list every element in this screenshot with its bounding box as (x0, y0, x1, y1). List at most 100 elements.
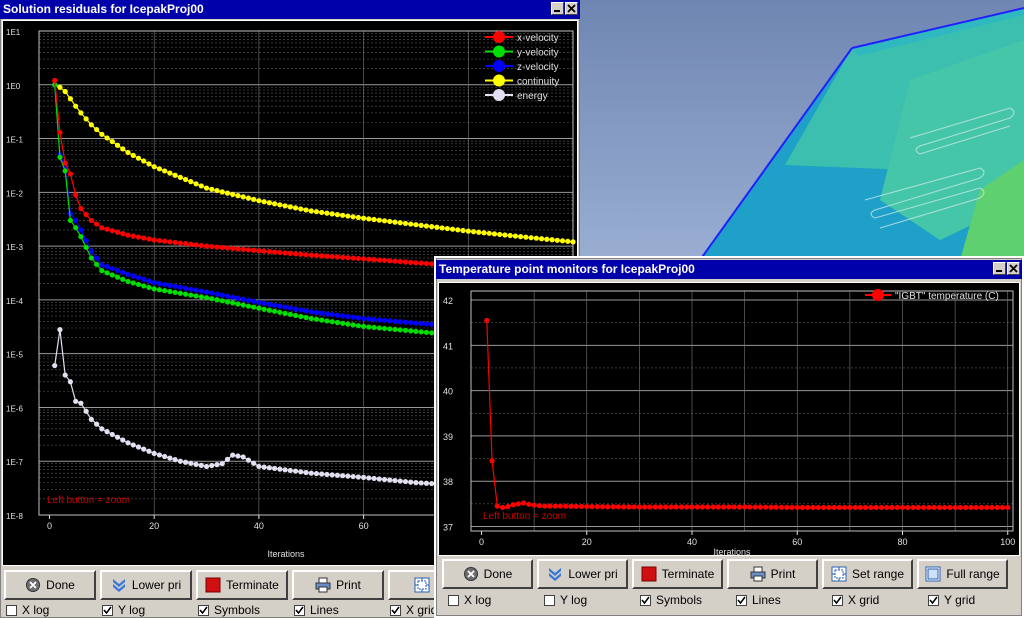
data-point (345, 473, 351, 479)
x-log-checkbox[interactable]: X log (6, 603, 102, 617)
data-point (963, 504, 969, 511)
data-point (99, 268, 105, 274)
data-point (198, 462, 204, 468)
checked-box-icon[interactable] (640, 594, 651, 606)
lines-checkbox[interactable]: Lines (736, 593, 832, 607)
data-point (209, 290, 215, 296)
data-point (355, 214, 361, 221)
temperature-plot-area[interactable]: 37 38 39 40 41 42 0 20 40 60 80 100 Iterations Left b… (438, 282, 1020, 556)
data-point (78, 110, 84, 116)
series-line (54, 84, 574, 243)
data-point (563, 503, 569, 509)
data-point (994, 504, 1000, 511)
terminate-button[interactable]: Terminate (632, 559, 723, 589)
minimize-button[interactable] (993, 262, 1006, 275)
close-button[interactable] (1007, 262, 1020, 275)
data-point (899, 504, 906, 511)
minimize-button[interactable] (551, 2, 564, 15)
symbols-checkbox[interactable]: Symbols (198, 603, 294, 617)
done-button[interactable]: Done (442, 559, 533, 589)
checked-box-icon[interactable] (102, 604, 113, 616)
data-point (230, 294, 236, 300)
checked-box-icon[interactable] (390, 604, 401, 616)
data-point (313, 209, 320, 215)
legend-label: energy (517, 91, 548, 102)
lower-pri-button[interactable]: Lower pri (537, 559, 628, 589)
legend-marker (493, 89, 505, 101)
data-point (151, 279, 157, 286)
unchecked-box-icon[interactable] (448, 594, 459, 606)
data-point (329, 211, 335, 217)
terminate-button[interactable]: Terminate (196, 570, 288, 600)
data-point (350, 255, 356, 261)
data-point (345, 321, 351, 327)
x-log-checkbox[interactable]: X log (448, 593, 544, 607)
data-point (455, 227, 461, 233)
checked-box-icon[interactable] (832, 594, 843, 606)
lines-checkbox[interactable]: Lines (294, 603, 390, 617)
data-point (93, 255, 100, 261)
data-point (408, 328, 414, 334)
data-point (397, 319, 403, 325)
y-tick-label: 1E-5 (6, 351, 23, 360)
data-point (172, 289, 178, 296)
data-point (277, 202, 283, 208)
data-point (547, 503, 553, 509)
print-button[interactable]: Print (292, 570, 384, 600)
data-point (109, 431, 115, 438)
close-button[interactable] (565, 2, 578, 15)
data-point (125, 440, 131, 446)
data-point (334, 312, 341, 318)
checked-box-icon[interactable] (928, 594, 939, 606)
3d-model-view[interactable] (580, 0, 1024, 260)
data-point (146, 278, 152, 284)
printer-icon (750, 566, 766, 582)
data-point (62, 372, 68, 378)
data-point (502, 232, 508, 238)
temperature-titlebar[interactable]: Temperature point monitors for IcepakPro… (436, 260, 1022, 279)
data-point (484, 317, 490, 324)
print-button[interactable]: Print (727, 559, 818, 589)
data-point (568, 503, 574, 509)
temperature-chart[interactable]: 37 38 39 40 41 42 0 20 40 60 80 100 Iterations Left b… (439, 283, 1019, 555)
data-point (235, 246, 241, 252)
data-point (512, 233, 519, 239)
data-point (444, 225, 450, 232)
full-range-button[interactable]: Full range (917, 559, 1008, 589)
data-point (125, 232, 131, 238)
data-point (109, 138, 115, 145)
zoom-hint: Left button = zoom (483, 511, 566, 522)
data-point (578, 503, 585, 510)
y-log-checkbox[interactable]: Y log (544, 593, 640, 607)
checked-box-icon[interactable] (736, 594, 747, 606)
x-grid-checkbox[interactable]: X grid (832, 593, 928, 607)
set-range-button[interactable]: Set range (822, 559, 913, 589)
checked-box-icon[interactable] (294, 604, 305, 616)
data-point (684, 504, 690, 510)
done-button[interactable]: Done (4, 570, 96, 600)
data-point (277, 249, 283, 256)
data-point (141, 446, 147, 452)
data-point (381, 476, 388, 483)
data-point (251, 298, 257, 304)
unchecked-box-icon[interactable] (544, 594, 555, 606)
y-log-checkbox[interactable]: Y log (102, 603, 198, 617)
set-range-icon (414, 577, 430, 593)
y-grid-checkbox[interactable]: Y grid (928, 593, 1024, 607)
data-point (847, 504, 853, 511)
data-point (78, 400, 84, 406)
unchecked-box-icon[interactable] (6, 604, 17, 616)
data-point (773, 504, 779, 510)
data-point (742, 504, 748, 510)
data-point (88, 255, 94, 261)
symbols-checkbox[interactable]: Symbols (640, 593, 736, 607)
data-point (699, 504, 706, 510)
residuals-titlebar[interactable]: Solution residuals for IcepakProj00 (0, 0, 580, 19)
data-point (329, 319, 335, 325)
data-point (78, 205, 84, 212)
temperature-option-row: X log Y log Symbols Lines X grid Y grid (448, 593, 1024, 607)
data-point (52, 362, 58, 369)
data-point (810, 504, 816, 511)
lower-pri-button[interactable]: Lower pri (100, 570, 192, 600)
checked-box-icon[interactable] (198, 604, 209, 616)
